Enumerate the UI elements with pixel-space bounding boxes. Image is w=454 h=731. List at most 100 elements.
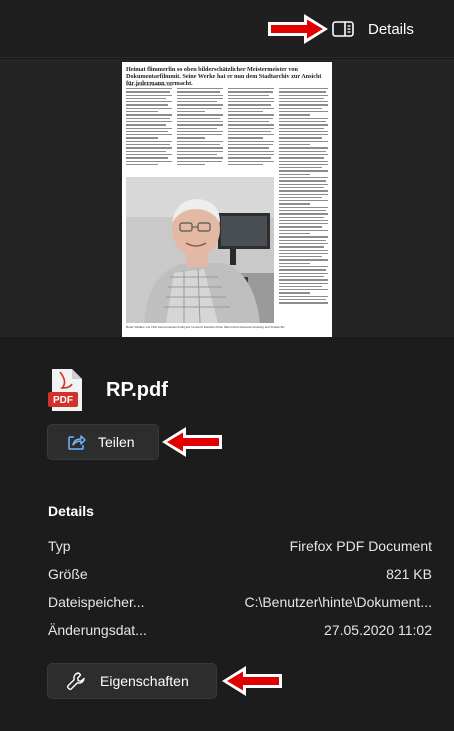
- preview-text-line: [279, 186, 325, 189]
- preview-text-line: [279, 236, 328, 238]
- preview-text-line: [126, 107, 172, 110]
- preview-text-line: [177, 144, 221, 146]
- preview-text-line: [126, 101, 172, 103]
- property-value: 27.05.2020 11:02: [324, 622, 432, 638]
- red-arrow-icon: [162, 427, 222, 457]
- preview-text-line: [279, 91, 327, 93]
- wrench-icon: [66, 672, 85, 691]
- preview-text-line: [228, 140, 274, 143]
- property-value: C:\Benutzer\hinte\Dokument...: [244, 594, 432, 610]
- preview-text-line: [177, 134, 223, 136]
- preview-text-line: [126, 97, 167, 100]
- preview-text-line: [279, 246, 325, 248]
- preview-text-line: [279, 302, 328, 304]
- preview-text-line: [228, 124, 274, 126]
- preview-text-line: [279, 94, 328, 96]
- preview-text-line: [279, 183, 328, 185]
- preview-text-line: [228, 147, 270, 149]
- preview-text-line: [228, 153, 274, 156]
- preview-text-line: [126, 134, 172, 136]
- preview-text-line: [279, 127, 325, 129]
- preview-text-line: [279, 289, 328, 291]
- preview-text-line: [126, 114, 172, 116]
- preview-text-line: [126, 127, 172, 129]
- preview-text-line: [177, 137, 205, 139]
- preview-text-line: [279, 282, 328, 284]
- property-row-location: Dateispeicher... C:\Benutzer\hinte\Dokum…: [48, 594, 432, 614]
- preview-text-line: [279, 216, 325, 218]
- preview-text-line: [279, 279, 328, 281]
- preview-text-line: [279, 130, 328, 133]
- share-button[interactable]: Teilen: [47, 424, 159, 460]
- preview-text-line: [279, 249, 328, 251]
- property-row-type: Typ Firefox PDF Document: [48, 538, 432, 558]
- preview-text-line: [126, 120, 172, 123]
- preview-text-line: [177, 127, 217, 129]
- property-key: Größe: [48, 566, 88, 582]
- preview-text-line: [228, 137, 263, 139]
- preview-text-line: [126, 88, 172, 90]
- preview-text-line: [279, 153, 328, 156]
- preview-text-line: [279, 196, 323, 199]
- preview-text-line: [177, 107, 223, 110]
- preview-text-line: [279, 167, 323, 169]
- preview-text-line: [126, 117, 171, 119]
- preview-text-line: [228, 111, 263, 113]
- preview-text-line: [279, 97, 325, 100]
- property-key: Typ: [48, 538, 71, 554]
- preview-text-line: [228, 117, 274, 119]
- preview-text-line: [279, 180, 327, 182]
- preview-text-line: [177, 160, 223, 162]
- property-value: 821 KB: [386, 566, 432, 582]
- preview-text-line: [228, 97, 274, 100]
- preview-text-line: [279, 193, 328, 195]
- red-arrow-icon: [222, 666, 282, 696]
- preview-text-line: [279, 209, 327, 212]
- preview-text-line: [126, 124, 167, 126]
- preview-text-line: [228, 114, 274, 116]
- details-toggle-button[interactable]: Details: [332, 14, 414, 44]
- preview-text-line: [279, 272, 328, 274]
- preview-text-line: [177, 114, 223, 116]
- preview-text-line: [279, 117, 328, 119]
- preview-text-line: [228, 101, 274, 103]
- preview-text-line: [228, 88, 274, 90]
- preview-text-line: [279, 285, 323, 288]
- preview-text-line: [279, 259, 328, 261]
- preview-text-line: [279, 150, 327, 152]
- preview-text-line: [279, 262, 311, 265]
- preview-text-column: [177, 88, 223, 167]
- preview-text-line: [279, 219, 328, 222]
- preview-text-line: [126, 144, 171, 146]
- preview-text-line: [279, 134, 328, 136]
- property-key: Änderungsdat...: [48, 622, 147, 638]
- share-icon: [68, 435, 86, 450]
- preview-text-line: [279, 104, 328, 106]
- preview-text-line: [177, 147, 223, 149]
- preview-text-line: [279, 275, 325, 278]
- top-bar: Details: [0, 0, 454, 58]
- property-row-size: Größe 821 KB: [48, 566, 432, 586]
- preview-text-line: [228, 144, 274, 146]
- file-name: RP.pdf: [106, 378, 168, 401]
- preview-text-line: [126, 160, 172, 162]
- preview-text-line: [279, 299, 327, 301]
- preview-text-line: [279, 252, 328, 255]
- preview-text-line: [279, 292, 311, 294]
- properties-button[interactable]: Eigenschaften: [47, 663, 217, 699]
- preview-text-line: [126, 104, 169, 106]
- preview-text-column: [126, 88, 172, 167]
- preview-text-line: [228, 94, 270, 96]
- properties-button-label: Eigenschaften: [100, 673, 189, 689]
- preview-text-line: [228, 91, 274, 93]
- preview-text-line: [279, 160, 328, 162]
- preview-text-line: [279, 266, 328, 268]
- preview-text-line: [279, 114, 311, 116]
- preview-text-line: [279, 144, 311, 146]
- preview-text-line: [228, 134, 274, 136]
- preview-text-line: [228, 120, 270, 123]
- property-key: Dateispeicher...: [48, 594, 145, 610]
- preview-text-line: [279, 140, 328, 143]
- preview-text-line: [177, 150, 223, 152]
- details-toggle-label: Details: [368, 20, 414, 38]
